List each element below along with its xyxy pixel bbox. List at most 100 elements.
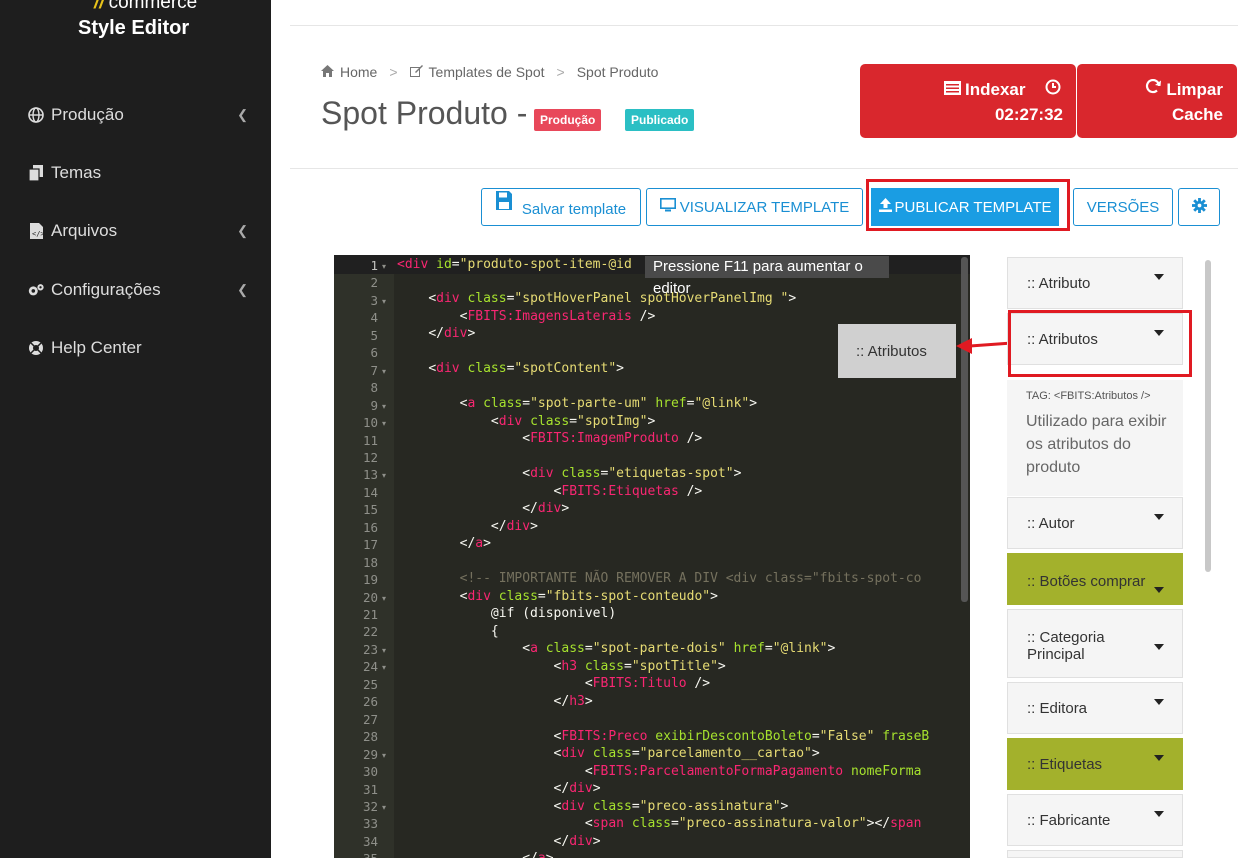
- component-item-categoria-principal[interactable]: :: Categoria Principal: [1007, 609, 1183, 678]
- fold-toggle-icon[interactable]: ▾: [382, 646, 386, 655]
- gears-icon: [27, 281, 45, 299]
- monitor-icon: [659, 198, 676, 216]
- component-item-autor[interactable]: :: Autor: [1007, 497, 1183, 549]
- code-line: </a>: [459, 536, 491, 551]
- component-item[interactable]: [1007, 850, 1183, 858]
- sidebar-item-arquivos[interactable]: </> Arquivos ❮: [27, 219, 252, 243]
- code-line: <span class="preco-assinatura-valor"></s…: [584, 816, 922, 831]
- fold-toggle-icon[interactable]: ▾: [382, 594, 386, 603]
- refresh-icon: [1145, 78, 1162, 100]
- home-icon: [321, 64, 334, 80]
- component-item-editora[interactable]: :: Editora: [1007, 682, 1183, 734]
- caret-down-icon: [1154, 587, 1164, 593]
- line-number: 1: [370, 258, 378, 273]
- component-item-fabricante[interactable]: :: Fabricante: [1007, 794, 1183, 846]
- code-line: <div class="spotImg">: [490, 414, 656, 429]
- line-number: 8: [370, 380, 378, 396]
- code-line: <a class="spot-parte-dois" href="@link">: [522, 641, 836, 656]
- code-line: <!-- IMPORTANTE NÃO REMOVER A DIV <div c…: [459, 571, 922, 586]
- line-number: 25: [362, 676, 378, 692]
- gear-icon: [1191, 197, 1207, 217]
- chevron-left-icon: ❮: [237, 282, 248, 297]
- code-line: </h3>: [553, 694, 593, 709]
- sidebar-item-label: Produção: [51, 105, 124, 124]
- index-button[interactable]: Indexar 02:27:32: [860, 64, 1076, 138]
- code-line: <FBITS:ImagemProduto />: [522, 431, 703, 446]
- line-number: 7: [370, 362, 378, 378]
- preview-template-button[interactable]: VISUALIZAR TEMPLATE: [646, 188, 863, 226]
- code-line: <FBITS:ParcelamentoFormaPagamento nomeFo…: [584, 764, 922, 779]
- files-icon: [27, 164, 45, 182]
- line-number: 23: [362, 641, 378, 657]
- component-item-botoes-comprar[interactable]: :: Botões comprar: [1007, 553, 1183, 605]
- line-number: 17: [362, 537, 378, 553]
- drag-ghost: :: Atributos: [838, 324, 956, 378]
- code-line: <div id="produto-spot-item-@id: [397, 257, 632, 272]
- code-line: <a class="spot-parte-um" href="@link">: [459, 396, 758, 411]
- code-line: {: [490, 624, 499, 639]
- fold-toggle-icon[interactable]: ▾: [382, 751, 386, 760]
- sidebar-item-producao[interactable]: Produção ❮: [27, 103, 252, 127]
- line-number: 27: [362, 711, 378, 727]
- list-icon: [944, 80, 961, 100]
- code-line: <div class="spotHoverPanel spotHoverPane…: [428, 291, 797, 306]
- fold-toggle-icon[interactable]: ▾: [382, 471, 386, 480]
- code-line: <div class="preco-assinatura">: [553, 799, 789, 814]
- line-number: 26: [362, 694, 378, 710]
- line-number: 22: [362, 624, 378, 640]
- line-number: 5: [370, 327, 378, 343]
- code-line: </div>: [490, 519, 538, 534]
- line-number: 19: [362, 572, 378, 588]
- sidebar-item-label: Temas: [51, 163, 102, 182]
- line-number: 16: [362, 519, 378, 535]
- code-line: @if (disponivel): [490, 606, 617, 621]
- code-line: <div class="fbits-spot-conteudo">: [459, 589, 718, 604]
- svg-text:</>: </>: [32, 230, 43, 238]
- line-number: 24: [362, 659, 378, 675]
- sidebar-item-label: Arquivos: [51, 221, 118, 240]
- line-number: 30: [362, 764, 378, 780]
- breadcrumb-home[interactable]: Home: [340, 64, 377, 80]
- line-number: 20: [362, 589, 378, 605]
- line-number: 10: [362, 415, 378, 431]
- line-number: 13: [362, 467, 378, 483]
- code-line: </a>: [397, 851, 553, 858]
- fold-toggle-icon[interactable]: ▾: [382, 803, 386, 812]
- settings-button[interactable]: [1178, 188, 1220, 226]
- components-scrollbar[interactable]: [1205, 260, 1211, 572]
- versions-button[interactable]: VERSÕES: [1073, 188, 1173, 226]
- line-number: 3: [370, 292, 378, 308]
- line-number: 4: [370, 310, 378, 326]
- code-line: <div class="spotContent">: [428, 361, 624, 376]
- clear-cache-button[interactable]: Limpar Cache: [1077, 64, 1237, 138]
- component-detail: TAG: <FBITS:Atributos /> Utilizado para …: [1007, 380, 1183, 496]
- editor-scrollbar[interactable]: [961, 257, 968, 602]
- line-number: 33: [362, 816, 378, 832]
- fold-toggle-icon[interactable]: ▾: [382, 663, 386, 672]
- chevron-left-icon: ❮: [237, 223, 248, 238]
- sidebar-item-temas[interactable]: Temas: [27, 161, 252, 185]
- line-number: 34: [362, 833, 378, 849]
- save-template-button[interactable]: Salvar template: [481, 188, 641, 226]
- fold-toggle-icon[interactable]: ▾: [382, 297, 386, 306]
- sidebar-item-help-center[interactable]: Help Center: [27, 336, 252, 360]
- fold-toggle-icon[interactable]: ▾: [382, 262, 386, 271]
- code-file-icon: </>: [27, 222, 45, 240]
- code-line: </div>: [428, 326, 476, 341]
- fold-toggle-icon[interactable]: ▾: [382, 402, 386, 411]
- line-number: 31: [362, 781, 378, 797]
- fold-toggle-icon[interactable]: ▾: [382, 419, 386, 428]
- line-number: 14: [362, 484, 378, 500]
- lifebuoy-icon: [27, 339, 45, 357]
- caret-down-icon: [1154, 644, 1164, 650]
- breadcrumb-templates[interactable]: Templates de Spot: [429, 64, 545, 80]
- breadcrumb-current: Spot Produto: [576, 64, 659, 80]
- globe-icon: [27, 106, 45, 124]
- component-item-atributo[interactable]: :: Atributo: [1007, 257, 1183, 309]
- sidebar-item-configuracoes[interactable]: Configurações ❮: [27, 278, 252, 302]
- caret-down-icon: [1154, 274, 1164, 280]
- divider: [290, 25, 1238, 26]
- component-item-etiquetas[interactable]: :: Etiquetas: [1007, 738, 1183, 790]
- fold-toggle-icon[interactable]: ▾: [382, 367, 386, 376]
- line-number: 35: [334, 851, 378, 858]
